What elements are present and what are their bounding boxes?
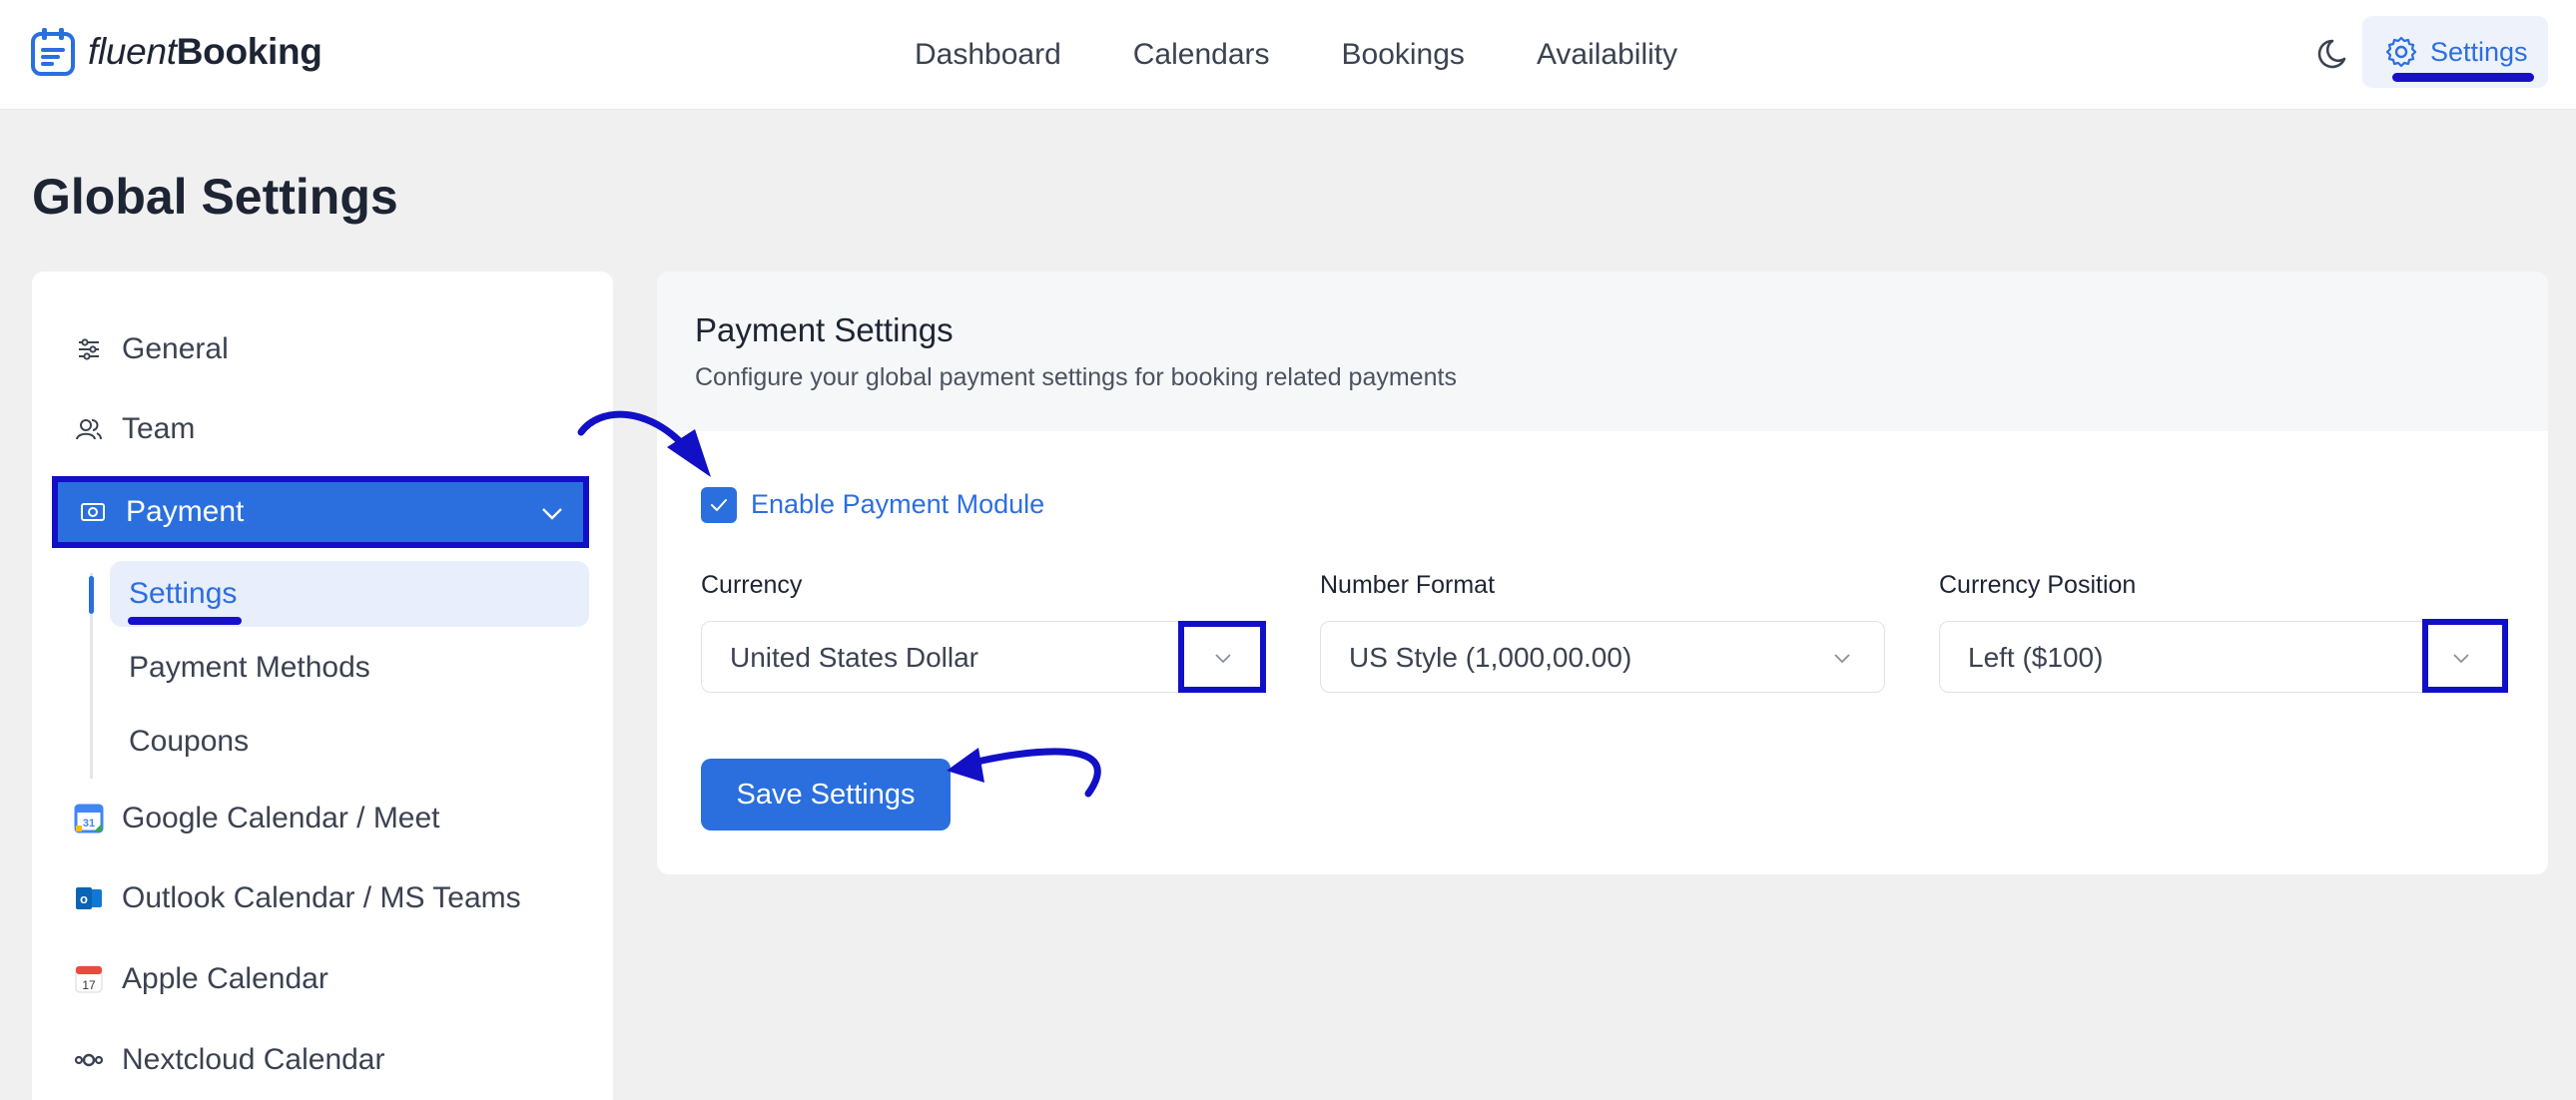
currency-value: United States Dollar xyxy=(730,642,979,673)
chevron-down-icon xyxy=(1834,654,1850,664)
outlook-badge-text: o xyxy=(80,891,88,906)
enable-payment-checkbox[interactable] xyxy=(701,487,737,523)
money-icon xyxy=(81,503,105,521)
currency-position-value: Left ($100) xyxy=(1968,642,2104,673)
number-format-value: US Style (1,000,00.00) xyxy=(1349,642,1632,673)
settings-sidebar: General Team Payment Settings Payment Me… xyxy=(32,272,613,1100)
sidebar-item-nextcloud[interactable]: Nextcloud Calendar xyxy=(74,1032,384,1088)
brand-name-part1: fluent xyxy=(88,31,177,72)
page-title: Global Settings xyxy=(32,169,398,225)
save-settings-button[interactable]: Save Settings xyxy=(701,759,951,830)
submenu-active-marker xyxy=(89,576,94,614)
sidebar-item-label: Payment xyxy=(126,495,245,528)
chevron-down-icon xyxy=(542,508,562,520)
submenu-settings-underline xyxy=(128,617,242,625)
submenu-payment-methods[interactable]: Payment Methods xyxy=(129,651,370,685)
moon-icon[interactable] xyxy=(2314,34,2354,74)
sidebar-item-label: Google Calendar / Meet xyxy=(122,802,440,834)
brand-name-part2: Booking xyxy=(176,31,322,72)
sidebar-item-team[interactable]: Team xyxy=(74,401,195,457)
currency-position-label: Currency Position xyxy=(1939,571,2137,599)
main-nav: Dashboard Calendars Bookings Availabilit… xyxy=(879,0,1713,110)
currency-dropdown-highlight xyxy=(1178,621,1266,693)
panel-header: Payment Settings Configure your global p… xyxy=(657,272,2548,431)
currency-position-select[interactable]: Left ($100) xyxy=(1939,621,2504,693)
sidebar-item-label: Nextcloud Calendar xyxy=(122,1043,385,1076)
google-calendar-icon: 31 xyxy=(74,804,104,833)
settings-highlight-underline xyxy=(2392,73,2534,82)
settings-button-label: Settings xyxy=(2430,36,2528,67)
submenu-settings[interactable]: Settings xyxy=(129,577,237,611)
check-icon xyxy=(711,499,727,511)
submenu-coupons[interactable]: Coupons xyxy=(129,725,249,759)
nextcloud-icon xyxy=(74,1053,104,1067)
enable-payment-label[interactable]: Enable Payment Module xyxy=(751,489,1044,520)
sidebar-item-outlook[interactable]: o Outlook Calendar / MS Teams xyxy=(74,870,521,926)
nav-bookings[interactable]: Bookings xyxy=(1342,38,1465,72)
sidebar-item-label: General xyxy=(122,332,229,365)
sidebar-item-label: Outlook Calendar / MS Teams xyxy=(122,881,521,914)
brand-logo[interactable]: fluentBooking xyxy=(30,26,322,78)
sidebar-item-payment[interactable]: Payment xyxy=(52,476,589,548)
currency-label: Currency xyxy=(701,571,803,599)
number-format-select[interactable]: US Style (1,000,00.00) xyxy=(1320,621,1885,693)
apple-badge-text: 17 xyxy=(82,978,96,992)
sliders-icon xyxy=(79,338,99,360)
fluentbooking-logo-icon xyxy=(31,28,75,76)
gear-icon xyxy=(2385,36,2417,68)
sidebar-item-general[interactable]: General xyxy=(74,321,229,377)
panel-subtitle: Configure your global payment settings f… xyxy=(695,363,1457,391)
top-bar: fluentBooking Dashboard Calendars Bookin… xyxy=(0,0,2576,110)
nav-dashboard[interactable]: Dashboard xyxy=(915,38,1061,72)
sidebar-item-label: Apple Calendar xyxy=(122,962,328,995)
number-format-label: Number Format xyxy=(1320,571,1496,599)
apple-calendar-icon: 17 xyxy=(75,965,103,993)
outlook-icon: o xyxy=(76,887,102,909)
users-icon xyxy=(76,419,102,440)
nav-calendars[interactable]: Calendars xyxy=(1133,38,1270,72)
calendar-badge-text: 31 xyxy=(83,818,95,829)
currency-position-dropdown-highlight xyxy=(2422,619,2508,693)
sidebar-item-label: Team xyxy=(122,412,196,445)
payment-settings-panel: Payment Settings Configure your global p… xyxy=(657,272,2548,874)
nav-availability[interactable]: Availability xyxy=(1537,38,1677,72)
brand-name: fluentBooking xyxy=(88,31,322,73)
panel-title: Payment Settings xyxy=(695,311,954,348)
sidebar-item-google-calendar[interactable]: 31 Google Calendar / Meet xyxy=(74,791,440,846)
sidebar-item-apple-calendar[interactable]: 17 Apple Calendar xyxy=(74,951,328,1007)
